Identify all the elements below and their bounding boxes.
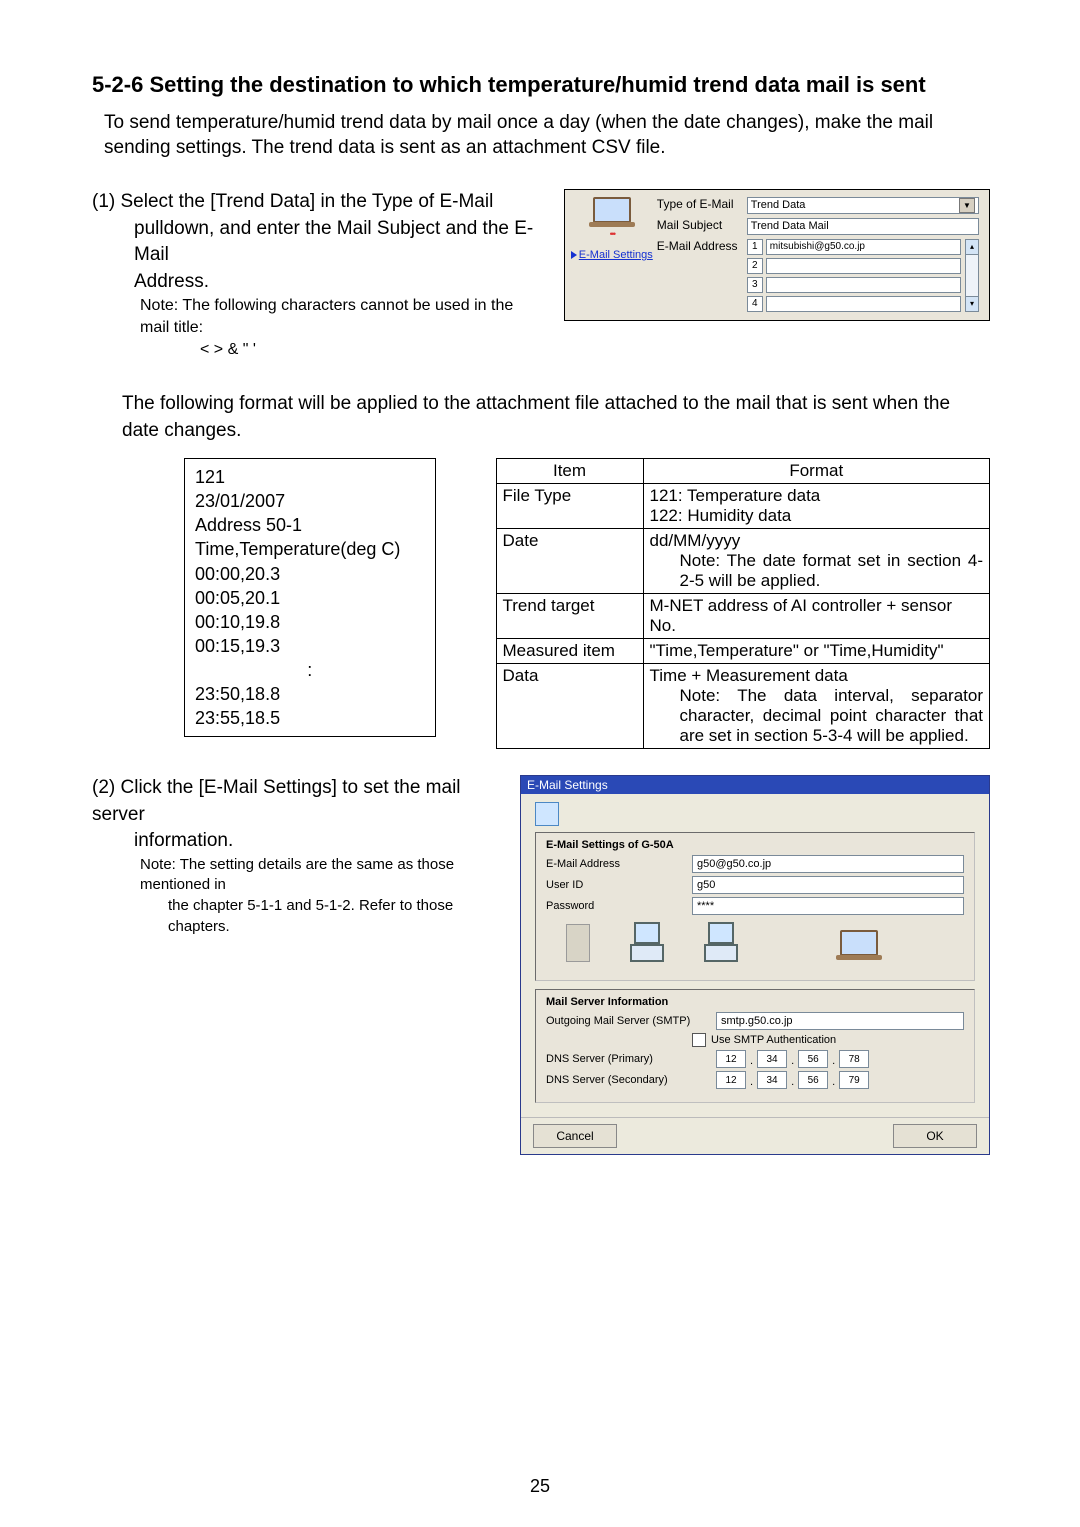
dlg-user-input[interactable]: g50	[692, 876, 964, 894]
email-settings-dialog: E-Mail Settings E-Mail Settings of G-50A…	[520, 775, 990, 1155]
step2-note-b: the chapter 5-1-1 and 5-1-2. Refer to th…	[168, 895, 498, 937]
step2-note-a: Note: The setting details are the same a…	[140, 855, 498, 896]
type-of-email-label: Type of E-Mail	[653, 195, 743, 216]
server-icon	[626, 922, 664, 962]
attachment-format-paragraph: The following format will be applied to …	[122, 391, 990, 444]
section-heading: 5-2-6 Setting the destination to which t…	[92, 70, 990, 100]
scroll-down-icon[interactable]: ▾	[965, 296, 979, 312]
step2-line-a: (2) Click the [E-Mail Settings] to set t…	[92, 775, 498, 828]
format-th-item: Item	[496, 459, 643, 484]
mail-server-group-header: Mail Server Information	[546, 996, 964, 1008]
step1-line-b: pulldown, and enter the Mail Subject and…	[134, 216, 544, 269]
g50a-settings-group: E-Mail Settings of G-50A E-Mail Address …	[535, 832, 975, 981]
dlg-email-label: E-Mail Address	[546, 858, 692, 870]
dots-icon: • • •	[571, 229, 653, 239]
dlg-email-input[interactable]: g50@g50.co.jp	[692, 855, 964, 873]
email-address-row-3[interactable]: 3	[747, 277, 961, 293]
csv-sample-box: 121 23/01/2007 Address 50-1 Time,Tempera…	[184, 458, 436, 737]
dialog-icon	[535, 802, 559, 826]
dns2-input[interactable]: 12. 34. 56. 79	[716, 1071, 869, 1089]
dlg-password-input[interactable]: ****	[692, 897, 964, 915]
email-settings-link[interactable]: E-Mail Settings	[571, 249, 653, 261]
step1-line-a: (1) Select the [Trend Data] in the Type …	[92, 189, 544, 216]
mail-server-group: Mail Server Information Outgoing Mail Se…	[535, 989, 975, 1103]
page-number: 25	[0, 1476, 1080, 1497]
dlg-user-label: User ID	[546, 879, 692, 891]
step2-line-b: information.	[134, 828, 498, 855]
laptop-icon-2	[836, 930, 882, 960]
triangle-right-icon	[571, 251, 577, 259]
step1-note-chars: < > & " '	[200, 339, 544, 361]
smtp-label: Outgoing Mail Server (SMTP)	[546, 1015, 716, 1027]
address-scrollbar[interactable]: ▴ ▾	[965, 239, 979, 312]
intro-paragraph: To send temperature/humid trend data by …	[104, 110, 990, 161]
tower-icon	[566, 924, 590, 962]
email-address-row-1[interactable]: 1 mitsubishi@g50.co.jp	[747, 239, 961, 255]
dns1-input[interactable]: 12. 34. 56. 78	[716, 1050, 869, 1068]
ok-button[interactable]: OK	[893, 1124, 977, 1148]
format-table: Item Format File Type 121: Temperature d…	[496, 458, 990, 749]
email-address-label: E-Mail Address	[653, 237, 743, 314]
smtp-auth-checkbox[interactable]: Use SMTP Authentication	[692, 1033, 964, 1047]
step1-note: Note: The following characters cannot be…	[140, 295, 544, 338]
step1-line-c: Address.	[134, 269, 544, 296]
mail-subject-label: Mail Subject	[653, 216, 743, 237]
dns2-label: DNS Server (Secondary)	[546, 1074, 716, 1086]
scroll-up-icon[interactable]: ▴	[965, 239, 979, 255]
checkbox-icon	[692, 1033, 706, 1047]
mail-subject-input[interactable]: Trend Data Mail	[747, 218, 979, 235]
format-th-format: Format	[643, 459, 989, 484]
email-type-panel: • • • E-Mail Settings Type of E-Mail Tre…	[564, 189, 990, 321]
server-icon-2	[700, 922, 738, 962]
dialog-title: E-Mail Settings	[521, 776, 989, 794]
type-of-email-select[interactable]: Trend Data ▼	[747, 197, 979, 214]
dlg-password-label: Password	[546, 900, 692, 912]
smtp-input[interactable]: smtp.g50.co.jp	[716, 1012, 964, 1030]
chevron-down-icon[interactable]: ▼	[959, 198, 975, 213]
g50a-group-header: E-Mail Settings of G-50A	[546, 839, 964, 851]
dns1-label: DNS Server (Primary)	[546, 1053, 716, 1065]
email-address-row-2[interactable]: 2	[747, 258, 961, 274]
cancel-button[interactable]: Cancel	[533, 1124, 617, 1148]
laptop-icon	[589, 197, 635, 227]
email-address-row-4[interactable]: 4	[747, 296, 961, 312]
